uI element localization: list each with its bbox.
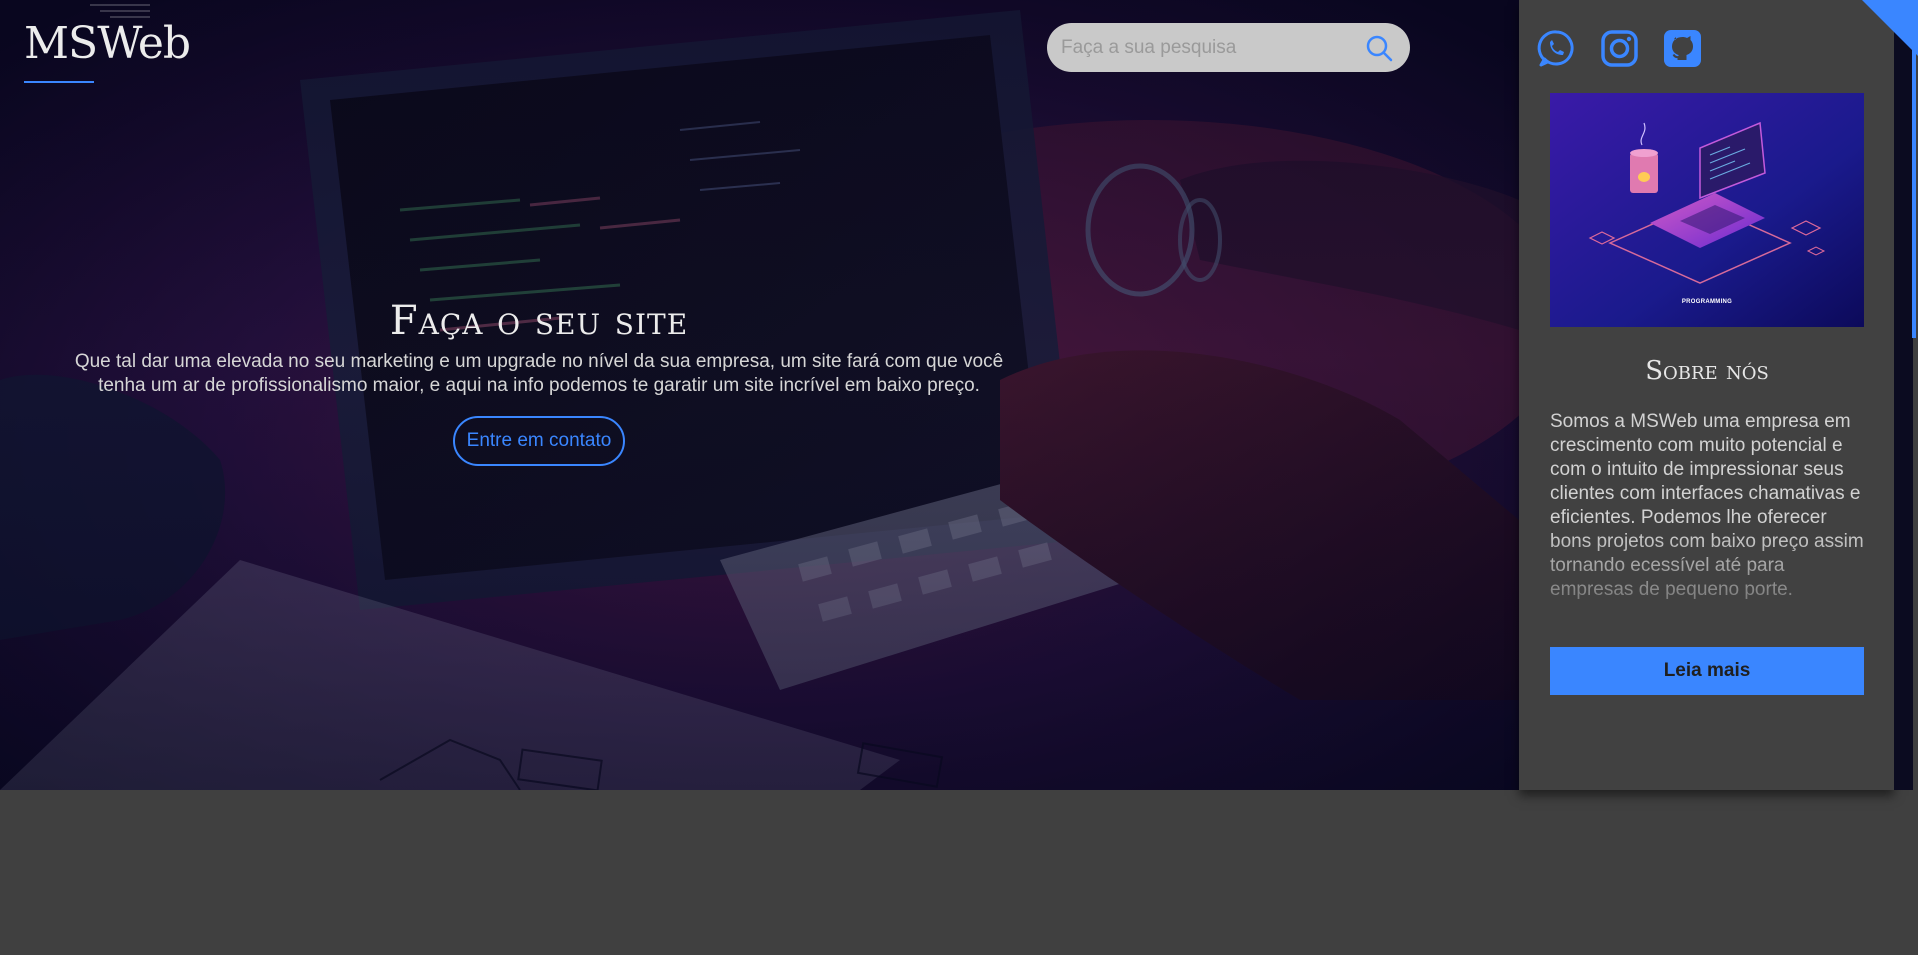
search-input[interactable] xyxy=(1061,36,1362,59)
hero-title: Faça o seu site xyxy=(389,298,689,344)
contact-button[interactable]: Entre em contato xyxy=(452,416,626,466)
about-title: Sobre nós xyxy=(1645,356,1769,386)
read-more-button[interactable]: Leia mais xyxy=(1550,647,1864,695)
search-icon[interactable] xyxy=(1362,31,1396,65)
illustration-caption: PROGRAMMING xyxy=(1681,299,1733,305)
search-bar xyxy=(1047,23,1410,72)
hero-section: MSWeb Faça o seu site Que tal dar uma el… xyxy=(0,0,1519,790)
hero-content: Faça o seu site Que tal dar uma elevada … xyxy=(54,298,1024,466)
scrollbar-gutter xyxy=(1894,0,1913,790)
hero-description: Que tal dar uma elevada no seu marketing… xyxy=(74,351,1004,396)
github-icon[interactable] xyxy=(1662,28,1703,69)
whatsapp-icon[interactable] xyxy=(1536,28,1577,69)
scrollbar-thumb[interactable] xyxy=(1912,18,1916,338)
programming-illustration: PROGRAMMING xyxy=(1550,93,1864,327)
about-text: Somos a MSWeb uma empresa em crescimento… xyxy=(1550,411,1864,600)
instagram-icon[interactable] xyxy=(1599,28,1640,69)
corner-accent xyxy=(1862,0,1918,56)
site-logo[interactable]: MSWeb xyxy=(24,18,191,69)
logo-underline xyxy=(24,81,94,83)
about-sidebar: PROGRAMMING Sobre nós Somos a MSWeb uma … xyxy=(1519,0,1894,790)
social-links xyxy=(1536,28,1703,69)
